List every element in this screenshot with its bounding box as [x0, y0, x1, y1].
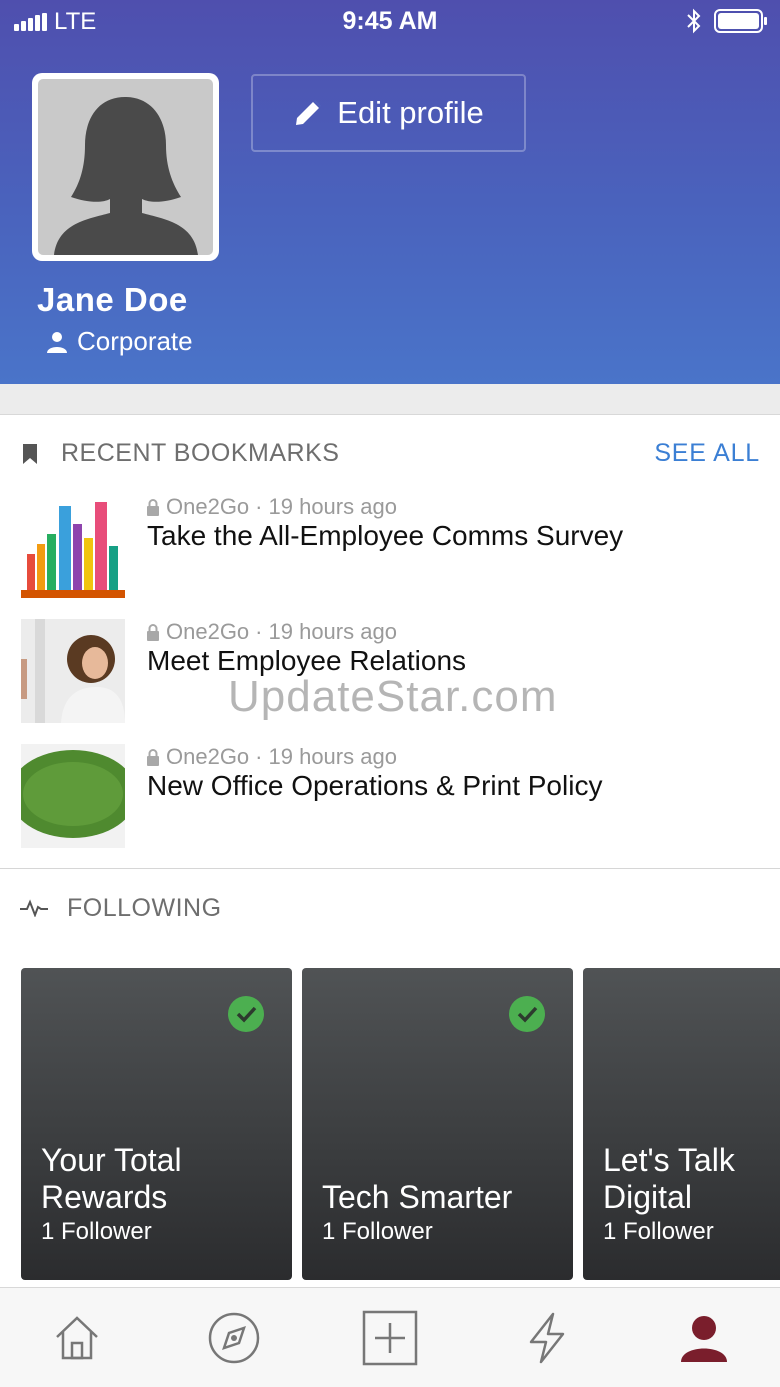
card-followers: 1 Follower: [603, 1218, 714, 1245]
plus-square-icon: [362, 1310, 418, 1366]
bookmark-source: One2Go: [166, 619, 250, 644]
see-all-link[interactable]: SEE ALL: [654, 439, 760, 468]
bookmark-thumbnail: [21, 494, 125, 598]
pencil-icon: [296, 99, 322, 125]
home-icon: [56, 1316, 98, 1360]
tab-create[interactable]: [362, 1310, 418, 1366]
bookmark-thumbnail: [21, 744, 125, 848]
lock-icon: [147, 748, 159, 766]
bookmark-thumbnail: [21, 619, 125, 723]
tab-discover[interactable]: [206, 1310, 262, 1366]
meta-separator: ·: [255, 744, 263, 769]
bookmark-meta: One2Go · 19 hours ago: [146, 744, 397, 770]
following-card[interactable]: Let's Talk Digital 1 Follower: [583, 968, 780, 1280]
bookmarks-header: RECENT BOOKMARKS SEE ALL: [0, 433, 780, 473]
profile-icon: [681, 1316, 727, 1362]
avatar-placeholder: [38, 79, 213, 255]
battery-icon: [714, 9, 767, 33]
section-spacer: [0, 384, 780, 415]
bookmark-title: New Office Operations & Print Policy: [147, 770, 603, 801]
avatar[interactable]: [32, 73, 219, 261]
woman-photo-image: [21, 619, 125, 723]
profile-header: LTE 9:45 AM Edit profile Jane Doe Corpor…: [0, 0, 780, 384]
default-avatar-icon: [54, 97, 198, 255]
card-title: Your Total Rewards: [41, 1142, 182, 1216]
section-divider: [0, 868, 780, 869]
meta-separator: ·: [255, 619, 263, 644]
bookmark-source: One2Go: [166, 494, 250, 519]
user-group-label: Corporate: [77, 326, 193, 356]
meta-separator: ·: [255, 494, 263, 519]
card-followers: 1 Follower: [41, 1218, 152, 1245]
card-title-line: Digital: [603, 1179, 692, 1215]
watermark: UpdateStar.com: [228, 672, 558, 721]
user-group: Corporate: [46, 326, 193, 357]
think-print-image: [21, 744, 125, 848]
lock-icon: [147, 498, 159, 516]
check-circle-icon: [228, 996, 264, 1032]
bookmark-title: Take the All-Employee Comms Survey: [147, 520, 624, 551]
edit-profile-label: Edit profile: [337, 95, 484, 130]
card-title-line: Tech Smarter: [322, 1179, 513, 1215]
activity-icon: [20, 899, 48, 917]
card-title: Let's Talk Digital: [603, 1142, 735, 1216]
bookmark-meta: One2Go · 19 hours ago: [146, 494, 397, 520]
card-title: Tech Smarter: [322, 1179, 512, 1216]
tab-activity[interactable]: [519, 1310, 575, 1366]
lock-icon: [147, 623, 159, 641]
bookmark-time: 19 hours ago: [268, 619, 397, 644]
bookmark-time: 19 hours ago: [268, 494, 397, 519]
following-card[interactable]: Your Total Rewards 1 Follower: [21, 968, 292, 1280]
card-followers: 1 Follower: [322, 1218, 433, 1245]
tab-profile[interactable]: [676, 1310, 732, 1366]
compass-icon: [208, 1312, 260, 1364]
hands-image: [21, 494, 125, 598]
bookmark-source: One2Go: [166, 744, 250, 769]
list-item[interactable]: One2Go · 19 hours ago New Office Operati…: [0, 744, 780, 850]
status-bar: LTE 9:45 AM: [0, 0, 780, 44]
bookmark-meta: One2Go · 19 hours ago: [146, 619, 397, 645]
tab-home[interactable]: [49, 1310, 105, 1366]
following-card[interactable]: Tech Smarter 1 Follower: [302, 968, 573, 1280]
status-time: 9:45 AM: [342, 7, 438, 35]
list-item[interactable]: One2Go · 19 hours ago Take the All-Emplo…: [0, 494, 780, 600]
card-title-line: Your Total: [41, 1142, 182, 1178]
card-title-line: Rewards: [41, 1179, 168, 1215]
following-header: FOLLOWING: [0, 888, 780, 928]
following-title: FOLLOWING: [67, 893, 222, 922]
bookmarks-title: RECENT BOOKMARKS: [61, 438, 340, 467]
bluetooth-icon: [687, 8, 701, 34]
person-icon: [47, 331, 67, 353]
lightning-icon: [529, 1312, 565, 1364]
check-circle-icon: [509, 996, 545, 1032]
user-name: Jane Doe: [37, 281, 188, 318]
card-title-line: Let's Talk: [603, 1142, 735, 1178]
edit-profile-button[interactable]: Edit profile: [251, 74, 526, 152]
tab-bar: [0, 1287, 780, 1387]
bookmark-time: 19 hours ago: [268, 744, 397, 769]
bookmark-icon: [23, 444, 37, 464]
